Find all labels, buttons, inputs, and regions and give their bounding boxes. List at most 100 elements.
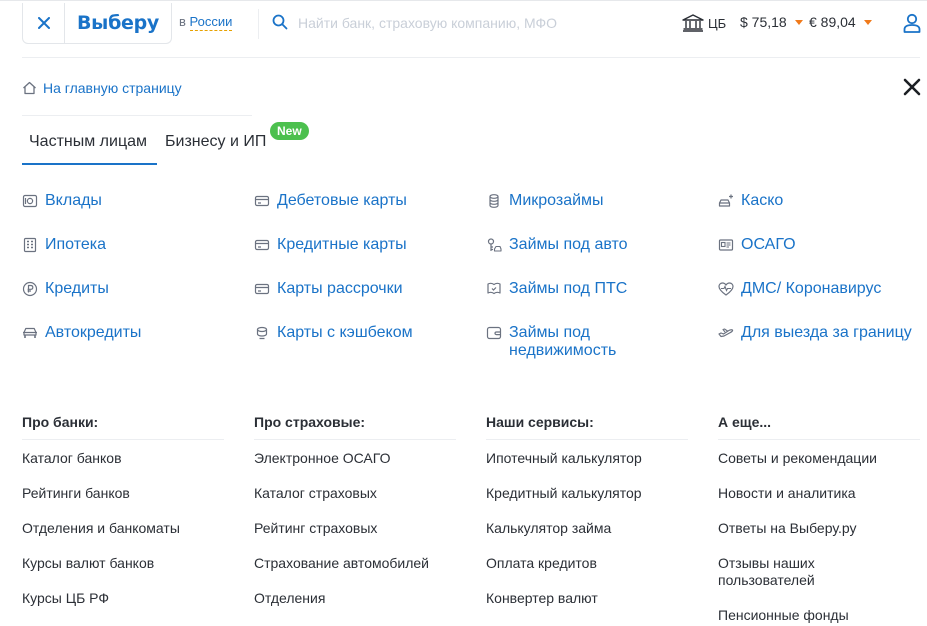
product-travel-insurance[interactable]: Для выезда за границу <box>718 324 912 342</box>
tabs-top-separator <box>22 115 252 116</box>
safe-icon <box>22 194 38 208</box>
product-kasko[interactable]: Каско <box>718 192 783 210</box>
home-link-label: На главную страницу <box>43 80 182 96</box>
tab-business[interactable]: Бизнесу и ИП <box>165 133 266 151</box>
link-news[interactable]: Новости и аналитика <box>718 485 856 502</box>
home-icon <box>23 81 36 95</box>
link-credit-calculator[interactable]: Кредитный калькулятор <box>486 485 642 502</box>
product-label: Каско <box>741 192 784 209</box>
tab-private-persons[interactable]: Частным лицам <box>29 133 147 151</box>
product-label: ДМС/ Коронавирус <box>741 280 882 297</box>
search-input[interactable] <box>298 10 658 36</box>
link-answers[interactable]: Ответы на Выберу.ру <box>718 520 856 537</box>
home-link[interactable]: На главную страницу <box>22 80 182 96</box>
search-icon <box>272 14 288 30</box>
column-divider <box>22 439 224 440</box>
car-icon <box>23 327 37 338</box>
card-icon <box>254 195 270 207</box>
new-badge: New <box>270 122 309 140</box>
link-user-reviews[interactable]: Отзывы наших пользователей <box>718 555 838 589</box>
logo-box: Выберу <box>22 3 172 44</box>
product-credit-cards[interactable]: Кредитные карты <box>254 236 407 254</box>
link-car-insurance[interactable]: Страхование автомобилей <box>254 555 429 572</box>
product-label: Кредитные карты <box>277 236 407 253</box>
product-microloans[interactable]: Микрозаймы <box>486 192 604 210</box>
usd-rate[interactable]: $ 75,18 <box>740 14 803 30</box>
product-label: Вклады <box>45 192 102 209</box>
product-label: Займы под недвижимость <box>509 324 617 359</box>
column-title-more: А еще... <box>718 414 772 430</box>
id-card-icon <box>718 239 734 251</box>
link-pension-funds[interactable]: Пенсионные фонды <box>718 607 849 624</box>
column-title-banks: Про банки: <box>22 414 99 430</box>
eur-rate-value: € 89,04 <box>809 14 856 30</box>
link-insurer-ratings[interactable]: Рейтинг страховых <box>254 520 377 537</box>
building-icon <box>23 237 37 253</box>
close-icon <box>37 17 50 29</box>
product-label: Автокредиты <box>45 324 142 341</box>
product-car-loans[interactable]: Автокредиты <box>22 324 141 342</box>
link-loan-calculator[interactable]: Калькулятор займа <box>486 520 611 537</box>
card-icon <box>254 239 270 251</box>
product-car-collateral-loans[interactable]: Займы под авто <box>486 236 628 254</box>
product-label: Для выезда за границу <box>741 324 912 341</box>
product-dms[interactable]: ДМС/ Коронавирус <box>718 280 881 298</box>
column-title-insurance: Про страховые: <box>254 414 366 430</box>
site-logo[interactable]: Выберу <box>65 12 159 34</box>
column-title-services: Наши сервисы: <box>486 414 594 430</box>
region-selector[interactable]: в России <box>179 14 233 31</box>
link-insurer-catalog[interactable]: Каталог страховых <box>254 485 377 502</box>
product-label: Займы под ПТС <box>509 280 628 297</box>
product-label: ОСАГО <box>741 236 796 253</box>
header-separator <box>22 57 920 58</box>
column-divider <box>718 439 920 440</box>
usd-rate-value: $ 75,18 <box>740 14 787 30</box>
product-osago[interactable]: ОСАГО <box>718 236 796 254</box>
heart-pulse-icon <box>718 282 734 296</box>
link-cb-rates[interactable]: Курсы ЦБ РФ <box>22 590 109 607</box>
product-label: Займы под авто <box>509 236 628 253</box>
header-divider <box>258 9 259 39</box>
product-debit-cards[interactable]: Дебетовые карты <box>254 192 407 210</box>
link-tips[interactable]: Советы и рекомендации <box>718 450 877 467</box>
link-bank-catalog[interactable]: Каталог банков <box>22 450 122 467</box>
link-currency-converter[interactable]: Конвертер валют <box>486 590 598 607</box>
close-menu-icon[interactable] <box>903 78 921 96</box>
cb-rates-link[interactable]: ЦБ <box>682 14 726 32</box>
product-label: Кредиты <box>45 280 109 297</box>
bank-building-icon <box>682 14 704 32</box>
rate-down-indicator <box>863 19 872 25</box>
card-icon <box>254 283 270 295</box>
menu-toggle-close-button[interactable] <box>23 3 65 43</box>
user-account-icon[interactable] <box>903 13 921 33</box>
wallet-icon <box>486 326 502 340</box>
product-cashback-cards[interactable]: Карты с кэшбеком <box>254 324 413 342</box>
product-real-estate-loans[interactable]: Займы под недвижимость <box>486 324 666 360</box>
product-mortgage[interactable]: Ипотека <box>22 236 106 254</box>
region-name[interactable]: России <box>189 14 233 31</box>
product-label: Карты рассрочки <box>277 280 403 297</box>
link-branches-atms[interactable]: Отделения и банкоматы <box>22 520 180 537</box>
link-e-osago[interactable]: Электронное ОСАГО <box>254 450 390 467</box>
product-credits[interactable]: Кредиты <box>22 280 109 298</box>
region-prefix: в <box>179 14 186 29</box>
car-sparkle-icon <box>718 194 733 207</box>
link-mortgage-calculator[interactable]: Ипотечный калькулятор <box>486 450 642 467</box>
document-shield-icon <box>487 282 501 295</box>
link-insurer-branches[interactable]: Отделения <box>254 590 325 607</box>
eur-rate[interactable]: € 89,04 <box>809 14 872 30</box>
product-pts-loans[interactable]: Займы под ПТС <box>486 280 627 298</box>
airplane-icon <box>718 328 734 338</box>
product-installment-cards[interactable]: Карты рассрочки <box>254 280 403 298</box>
product-label: Карты с кэшбеком <box>277 324 413 341</box>
product-label: Микрозаймы <box>509 192 604 209</box>
link-bank-ratings[interactable]: Рейтинги банков <box>22 485 130 502</box>
active-tab-indicator <box>22 163 157 165</box>
link-bank-fx-rates[interactable]: Курсы валют банков <box>22 555 154 572</box>
link-loan-payment[interactable]: Оплата кредитов <box>486 555 597 572</box>
product-label: Дебетовые карты <box>277 192 407 209</box>
product-deposits[interactable]: Вклады <box>22 192 102 210</box>
coins-stack-icon <box>489 194 499 208</box>
column-divider <box>486 439 688 440</box>
product-label: Ипотека <box>45 236 107 253</box>
